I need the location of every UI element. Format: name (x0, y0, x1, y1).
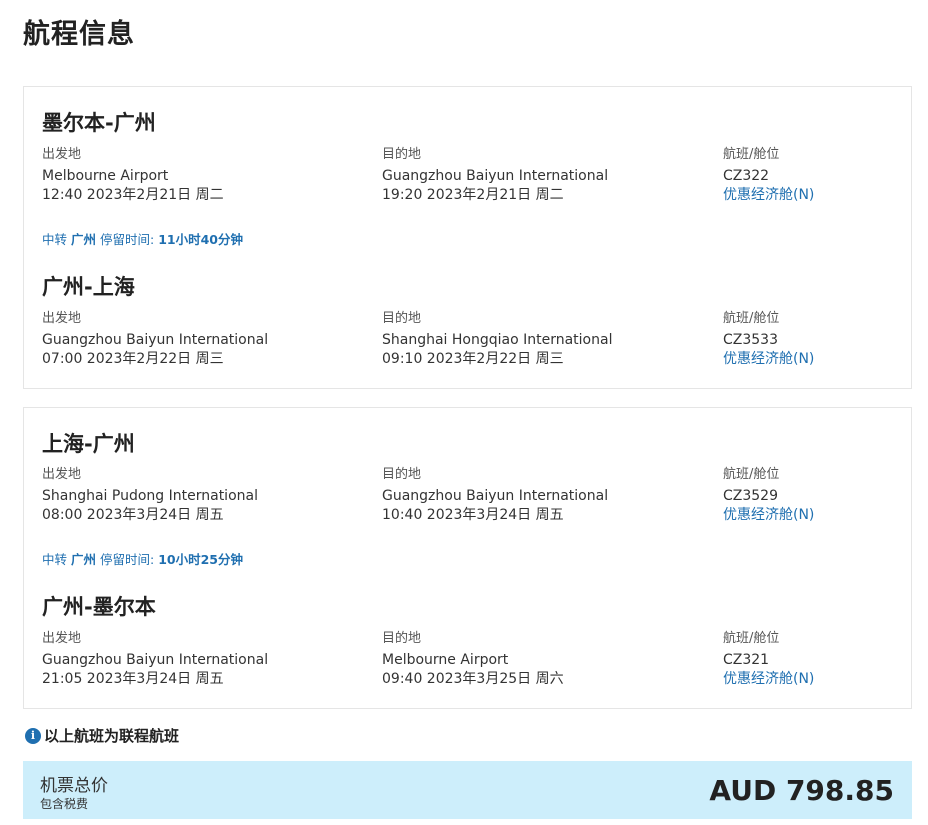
flight-info: 航班/舱位 CZ3529 优惠经济舱(N) (723, 465, 814, 525)
arrival-airport: Guangzhou Baiyun International (382, 488, 609, 504)
segment-title: 上海-广州 (42, 432, 135, 456)
return-trip-card: 上海-广州 出发地 Shanghai Pudong International … (23, 407, 912, 709)
arrival-label: 目的地 (382, 147, 422, 162)
departure-airport: Guangzhou Baiyun International (42, 652, 269, 668)
arrival-time: 09:10 2023年2月22日 周三 (382, 351, 564, 367)
tax-included-note: 包含税费 (40, 797, 89, 811)
outbound-trip-card: 墨尔本-广州 出发地 Melbourne Airport 12:40 2023年… (23, 86, 912, 389)
flight-cabin-label: 航班/舱位 (723, 147, 780, 162)
departure-time: 21:05 2023年3月24日 周五 (42, 671, 224, 687)
flight-info: 航班/舱位 CZ321 优惠经济舱(N) (723, 629, 814, 689)
departure-label: 出发地 (42, 467, 82, 482)
flight-info: 航班/舱位 CZ322 优惠经济舱(N) (723, 145, 814, 205)
departure-info: 出发地 Melbourne Airport 12:40 2023年2月21日 周… (42, 145, 224, 205)
departure-label: 出发地 (42, 311, 82, 326)
transfer-prefix: 中转 (42, 552, 68, 567)
arrival-label: 目的地 (382, 311, 422, 326)
arrival-time: 19:20 2023年2月21日 周二 (382, 187, 564, 203)
transfer-prefix: 中转 (42, 232, 68, 247)
price-label: 机票总价 (40, 776, 108, 796)
total-price-bar: 机票总价 包含税费 AUD 798.85 (23, 761, 912, 819)
transfer-city: 广州 (71, 232, 97, 247)
cabin-class-link[interactable]: 优惠经济舱(N) (723, 186, 814, 205)
connecting-flight-notice: i 以上航班为联程航班 (25, 725, 179, 746)
cabin-class-link[interactable]: 优惠经济舱(N) (723, 506, 814, 525)
arrival-info: 目的地 Guangzhou Baiyun International 10:40… (382, 465, 608, 525)
departure-time: 12:40 2023年2月21日 周二 (42, 187, 224, 203)
flight-number: CZ321 (723, 652, 770, 668)
transfer-info: 中转 广州 停留时间: 11小时40分钟 (42, 229, 243, 248)
flight-cabin-label: 航班/舱位 (723, 311, 780, 326)
stay-duration: 11小时40分钟 (158, 232, 243, 247)
departure-label: 出发地 (42, 147, 82, 162)
arrival-info: 目的地 Melbourne Airport 09:40 2023年3月25日 周… (382, 629, 564, 689)
arrival-label: 目的地 (382, 467, 422, 482)
arrival-airport: Shanghai Hongqiao International (382, 332, 613, 348)
segment-title: 墨尔本-广州 (42, 111, 156, 135)
transfer-info: 中转 广州 停留时间: 10小时25分钟 (42, 549, 243, 568)
departure-airport: Melbourne Airport (42, 168, 169, 184)
page-title: 航程信息 (23, 19, 135, 50)
flight-cabin-label: 航班/舱位 (723, 631, 780, 646)
arrival-label: 目的地 (382, 631, 422, 646)
arrival-info: 目的地 Guangzhou Baiyun International 19:20… (382, 145, 608, 205)
segment-title: 广州-上海 (42, 275, 135, 299)
cabin-class-link[interactable]: 优惠经济舱(N) (723, 670, 814, 689)
arrival-airport: Guangzhou Baiyun International (382, 168, 609, 184)
arrival-info: 目的地 Shanghai Hongqiao International 09:1… (382, 309, 612, 369)
flight-number: CZ3529 (723, 488, 778, 504)
notice-text: 以上航班为联程航班 (44, 727, 180, 745)
stay-duration: 10小时25分钟 (158, 552, 243, 567)
flight-number: CZ3533 (723, 332, 778, 348)
arrival-time: 10:40 2023年3月24日 周五 (382, 507, 564, 523)
flight-number: CZ322 (723, 168, 770, 184)
arrival-time: 09:40 2023年3月25日 周六 (382, 671, 564, 687)
stay-label: 停留时间: (100, 552, 155, 567)
departure-info: 出发地 Shanghai Pudong International 08:00 … (42, 465, 258, 525)
total-price-amount: AUD 798.85 (709, 774, 894, 807)
departure-airport: Shanghai Pudong International (42, 488, 258, 504)
departure-info: 出发地 Guangzhou Baiyun International 07:00… (42, 309, 268, 369)
flight-cabin-label: 航班/舱位 (723, 467, 780, 482)
arrival-airport: Melbourne Airport (382, 652, 509, 668)
info-icon: i (25, 727, 41, 744)
departure-label: 出发地 (42, 631, 82, 646)
cabin-class-link[interactable]: 优惠经济舱(N) (723, 350, 814, 369)
departure-info: 出发地 Guangzhou Baiyun International 21:05… (42, 629, 268, 689)
departure-time: 07:00 2023年2月22日 周三 (42, 351, 224, 367)
stay-label: 停留时间: (100, 232, 155, 247)
segment-title: 广州-墨尔本 (42, 595, 156, 619)
departure-airport: Guangzhou Baiyun International (42, 332, 269, 348)
departure-time: 08:00 2023年3月24日 周五 (42, 507, 224, 523)
transfer-city: 广州 (71, 552, 97, 567)
flight-info: 航班/舱位 CZ3533 优惠经济舱(N) (723, 309, 814, 369)
